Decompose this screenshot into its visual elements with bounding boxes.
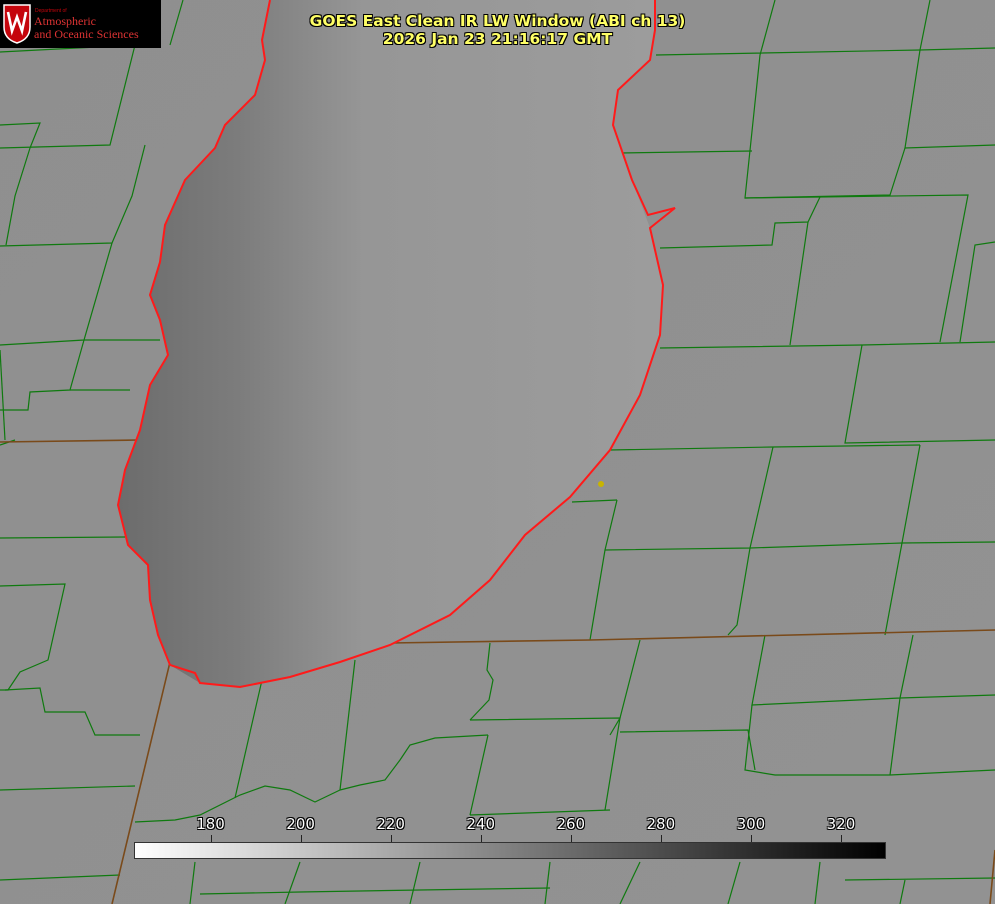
colorbar-tick-label: 200 <box>286 815 315 833</box>
colorbar-tick-mark <box>570 835 572 842</box>
colorbar-tick-label: 240 <box>466 815 496 833</box>
colorbar-tick-label: 180 <box>196 815 225 833</box>
colorbar-tick-mark <box>390 835 392 842</box>
image-title: GOES East Clean IR LW Window (ABI ch 13)… <box>0 12 995 48</box>
colorbar-tick-label: 300 <box>736 815 766 833</box>
satellite-map-viewer: Department of Atmospheric and Oceanic Sc… <box>0 0 995 904</box>
ir-satellite-map <box>0 0 995 904</box>
temperature-colorbar <box>134 842 886 859</box>
colorbar-tick-mark <box>840 835 842 842</box>
title-timestamp: 2026 Jan 23 21:16:17 GMT <box>382 30 613 48</box>
colorbar-tick-mark <box>660 835 662 842</box>
title-product: GOES East Clean IR LW Window (ABI ch 13) <box>309 12 686 30</box>
colorbar-tick-label: 260 <box>556 815 586 833</box>
colorbar-tick-mark <box>480 835 482 842</box>
city-marker <box>598 481 604 487</box>
colorbar-tick-mark <box>300 835 302 842</box>
colorbar-tick-mark <box>210 835 212 842</box>
colorbar-tick-mark <box>750 835 752 842</box>
colorbar-tick-label: 280 <box>646 815 676 833</box>
colorbar-tick-label: 220 <box>376 815 405 833</box>
colorbar-tick-label: 320 <box>826 815 856 833</box>
